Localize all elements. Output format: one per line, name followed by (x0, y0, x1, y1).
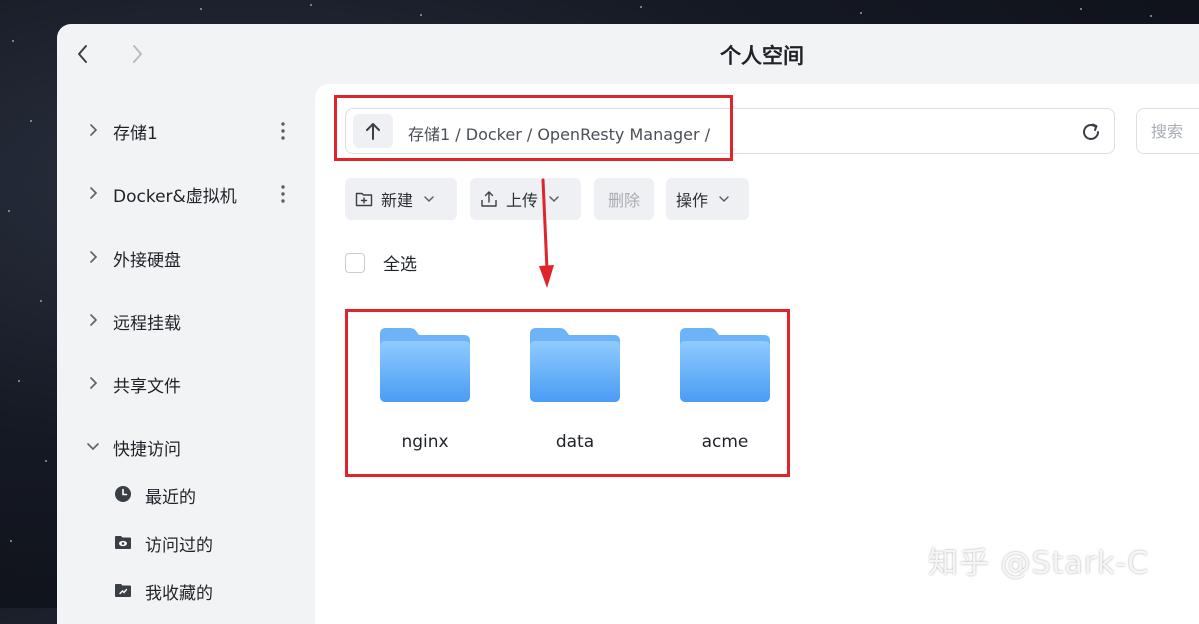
more-vertical-icon[interactable] (274, 121, 292, 141)
new-folder-icon (355, 192, 373, 207)
refresh-icon[interactable] (1080, 121, 1102, 143)
highlight-box-path (334, 95, 733, 161)
watermark: 知乎 @Stark-C (928, 546, 1150, 581)
upload-button[interactable]: 上传 (470, 178, 581, 220)
sidebar-item-label: 远程挂载 (113, 313, 181, 334)
select-all-checkbox[interactable] (345, 252, 365, 273)
title-bar: 个人空间 (57, 24, 1199, 84)
search-box[interactable] (1136, 108, 1199, 154)
sidebar-item-quick-access[interactable]: 快捷访问 (57, 425, 315, 469)
sidebar-item-label: 外接硬盘 (113, 250, 181, 271)
sidebar-item-docker-vm[interactable]: Docker&虚拟机 (57, 172, 315, 216)
sidebar-subitem-label: 我收藏的 (145, 583, 213, 604)
select-all-label: 全选 (383, 255, 417, 275)
chevron-down-icon (424, 196, 434, 203)
chevron-right-icon (90, 377, 98, 389)
highlight-box-folders (345, 309, 790, 477)
clock-icon (115, 486, 131, 502)
sidebar-item-storage1[interactable]: 存储1 (57, 109, 315, 153)
window-title: 个人空间 (720, 44, 804, 68)
chevron-down-icon (87, 443, 99, 451)
eye-folder-icon (115, 536, 131, 549)
star-folder-icon (115, 584, 131, 597)
sidebar-item-shared-files[interactable]: 共享文件 (57, 362, 315, 406)
chevron-right-icon (90, 251, 98, 263)
chevron-down-icon (719, 196, 729, 203)
delete-button[interactable]: 删除 (594, 178, 654, 220)
new-button-label: 新建 (381, 191, 414, 210)
sidebar-subitem-visited[interactable]: 访问过的 (57, 525, 315, 561)
sidebar-item-label: 快捷访问 (113, 439, 181, 460)
sidebar-subitem-recent[interactable]: 最近的 (57, 477, 315, 513)
actions-button-label: 操作 (676, 191, 709, 210)
upload-icon (481, 191, 497, 207)
select-all[interactable]: 全选 (345, 250, 417, 275)
sidebar-item-external-disk[interactable]: 外接硬盘 (57, 236, 315, 280)
sidebar-item-label: 共享文件 (113, 376, 181, 397)
new-button[interactable]: 新建 (345, 178, 457, 220)
sidebar-item-label: 存储1 (113, 123, 158, 144)
search-input[interactable] (1149, 121, 1199, 142)
sidebar-item-label: Docker&虚拟机 (113, 186, 237, 207)
delete-button-label: 删除 (607, 191, 640, 210)
sidebar-subitem-favorites[interactable]: 我收藏的 (57, 573, 315, 609)
sidebar: 存储1 Docker&虚拟机 外接硬盘 远程挂载 共享文件 快捷访问 最近的 访… (57, 96, 315, 624)
more-vertical-icon[interactable] (274, 184, 292, 204)
sidebar-item-remote-mount[interactable]: 远程挂载 (57, 299, 315, 343)
chevron-right-icon (90, 124, 98, 136)
actions-button[interactable]: 操作 (666, 178, 749, 220)
chevron-right-icon (90, 187, 98, 199)
annotation-arrow (539, 178, 554, 288)
chevron-right-icon (90, 314, 98, 326)
sidebar-subitem-label: 最近的 (145, 487, 196, 508)
sidebar-subitem-label: 访问过的 (145, 535, 213, 556)
